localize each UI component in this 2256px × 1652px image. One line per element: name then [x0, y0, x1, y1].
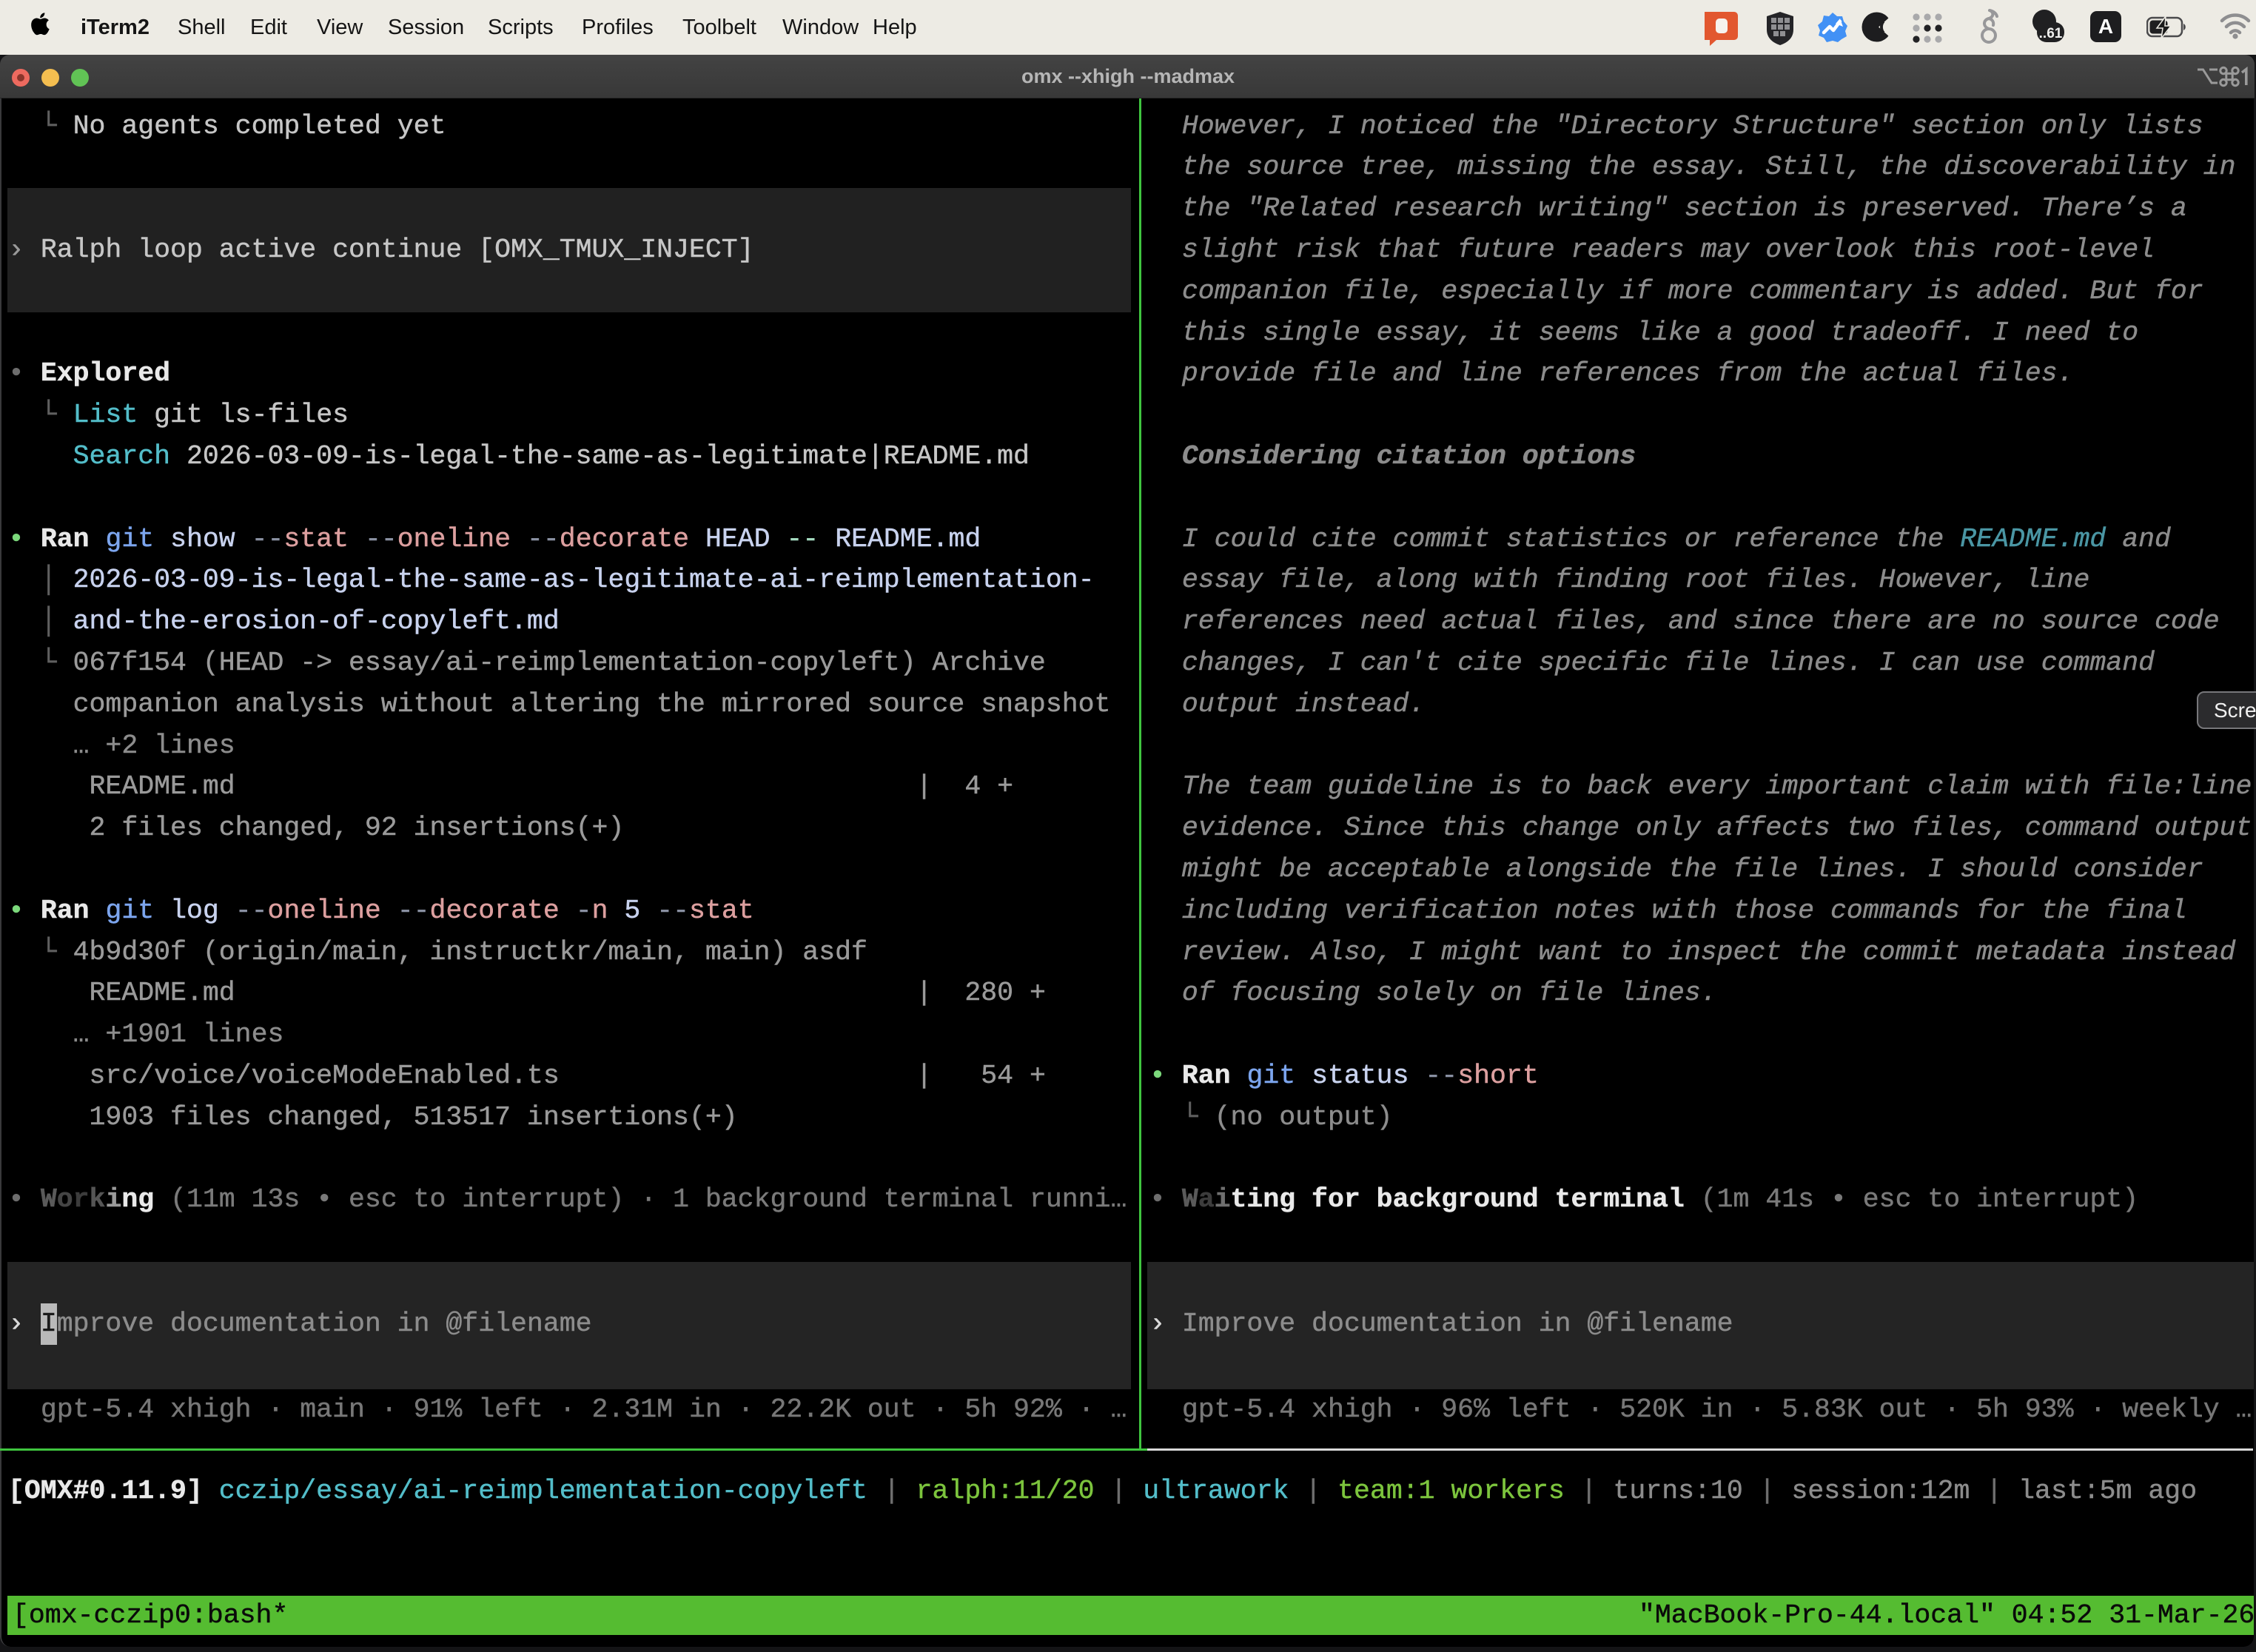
svg-text:..61: ..61 — [2039, 26, 2063, 41]
